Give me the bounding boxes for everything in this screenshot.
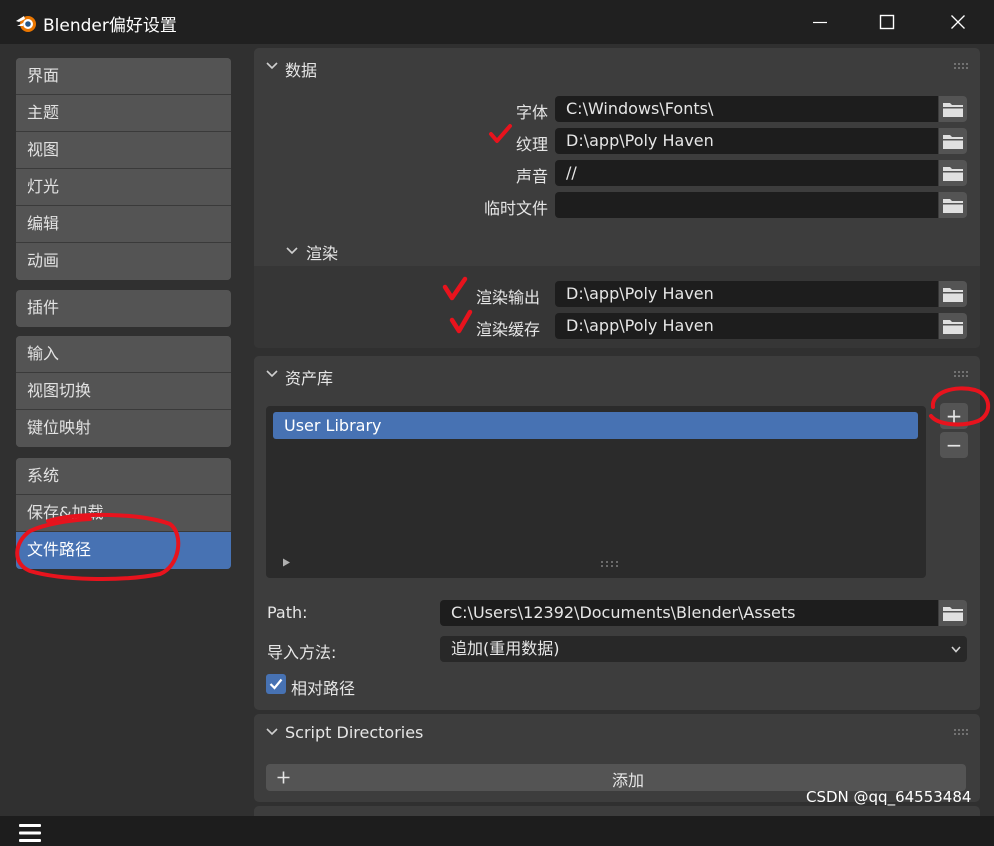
chevron-down-icon	[951, 646, 961, 653]
sidebar-item-lights[interactable]: 灯光	[16, 169, 231, 206]
remove-library-button[interactable]: −	[940, 432, 968, 458]
path-label: Path:	[267, 603, 308, 622]
drag-grip-icon[interactable]	[954, 63, 968, 69]
render-subsection-header[interactable]: 渲染	[254, 234, 980, 266]
render-cache-path-field[interactable]: D:\app\Poly Haven	[555, 313, 938, 339]
render-subsection-title: 渲染	[306, 244, 339, 263]
add-script-directory-button[interactable]: 添加	[266, 764, 966, 791]
folder-icon	[943, 199, 963, 213]
resize-grip-icon[interactable]	[601, 561, 619, 567]
title-bar: Blender偏好设置	[0, 0, 994, 44]
library-path-folder-button[interactable]	[939, 600, 967, 626]
sidebar-item-themes[interactable]: 主题	[16, 95, 231, 132]
sidebar-item-addons[interactable]: 插件	[16, 290, 231, 327]
temp-files-path-field[interactable]	[555, 192, 938, 218]
chevron-down-icon	[266, 62, 278, 70]
drag-grip-icon[interactable]	[954, 729, 968, 735]
textures-path-field[interactable]: D:\app\Poly Haven	[555, 128, 938, 154]
sidebar-item-keymap[interactable]: 键位映射	[16, 410, 231, 447]
import-method-label: 导入方法:	[267, 643, 337, 662]
expand-triangle-icon[interactable]	[282, 558, 291, 567]
main-content: 数据 字体 C:\Windows\Fonts\ 纹理 D:\app\Poly H…	[246, 44, 994, 816]
chevron-down-icon	[266, 728, 278, 736]
checkmark-icon	[269, 678, 283, 690]
render-output-label: 渲染输出	[475, 288, 540, 307]
plus-icon	[277, 771, 290, 784]
temp-files-folder-button[interactable]	[939, 192, 967, 218]
sidebar-item-save-load[interactable]: 保存&加载	[16, 495, 231, 532]
list-item[interactable]: User Library	[273, 412, 918, 439]
sidebar-item-interface[interactable]: 界面	[16, 58, 231, 95]
chevron-down-icon	[266, 370, 278, 378]
chevron-down-icon	[286, 247, 298, 255]
sounds-path-field[interactable]: //	[555, 160, 938, 186]
folder-icon	[943, 288, 963, 302]
panel-title: 数据	[285, 61, 318, 80]
close-icon	[951, 15, 965, 29]
script-directories-header[interactable]: Script Directories	[254, 714, 980, 752]
temp-files-label: 临时文件	[483, 199, 548, 218]
sidebar-item-input[interactable]: 输入	[16, 336, 231, 373]
minimize-button[interactable]	[788, 0, 852, 44]
asset-libraries-panel: 资产库 User Library + − Path: C:\Users\1239…	[254, 356, 980, 710]
sidebar-item-navigation[interactable]: 视图切换	[16, 373, 231, 410]
add-library-button[interactable]: +	[940, 403, 968, 429]
next-panel-edge	[254, 806, 980, 816]
textures-label: 纹理	[515, 135, 548, 154]
render-output-path-field[interactable]: D:\app\Poly Haven	[555, 281, 938, 307]
relative-path-checkbox[interactable]	[266, 674, 286, 694]
nav-group-addons: 插件	[16, 290, 231, 327]
plus-icon: +	[945, 404, 963, 428]
asset-library-list[interactable]: User Library	[266, 406, 926, 578]
render-cache-label: 渲染缓存	[475, 320, 540, 339]
sidebar-item-system[interactable]: 系统	[16, 458, 231, 495]
sidebar-item-viewport[interactable]: 视图	[16, 132, 231, 169]
asset-libraries-header[interactable]: 资产库	[254, 356, 980, 394]
maximize-icon	[879, 14, 895, 30]
render-cache-folder-button[interactable]	[939, 313, 967, 339]
sounds-label: 声音	[515, 167, 548, 186]
fonts-folder-button[interactable]	[939, 96, 967, 122]
import-method-select[interactable]: 追加(重用数据)	[440, 636, 967, 662]
render-subsection: 渲染输出 D:\app\Poly Haven 渲染缓存 D:\app\Poly …	[254, 266, 980, 348]
sidebar-item-editing[interactable]: 编辑	[16, 206, 231, 243]
data-panel-header[interactable]: 数据	[254, 48, 980, 86]
nav-group-input: 输入 视图切换 键位映射	[16, 336, 231, 447]
import-method-value: 追加(重用数据)	[451, 639, 560, 658]
hamburger-menu-icon[interactable]	[17, 820, 43, 846]
maximize-button[interactable]	[855, 0, 919, 44]
drag-grip-icon[interactable]	[954, 371, 968, 377]
add-script-directory-label: 添加	[612, 771, 645, 790]
panel-title: Script Directories	[285, 723, 424, 742]
close-button[interactable]	[926, 0, 990, 44]
folder-icon	[943, 320, 963, 334]
window-title: Blender偏好设置	[43, 16, 177, 36]
folder-icon	[943, 135, 963, 149]
sidebar-item-file-paths[interactable]: 文件路径	[16, 532, 231, 569]
folder-icon	[943, 103, 963, 117]
render-output-folder-button[interactable]	[939, 281, 967, 307]
library-path-field[interactable]: C:\Users\12392\Documents\Blender\Assets	[440, 600, 938, 626]
data-panel: 数据 字体 C:\Windows\Fonts\ 纹理 D:\app\Poly H…	[254, 48, 980, 348]
relative-path-label: 相对路径	[291, 679, 356, 698]
blender-logo-icon	[16, 16, 36, 32]
minimize-icon	[813, 21, 827, 24]
sidebar: 界面 主题 视图 灯光 编辑 动画 插件 输入 视图切换 键位映射 系统 保存&…	[0, 44, 246, 842]
nav-group-system: 系统 保存&加载 文件路径	[16, 458, 231, 569]
folder-icon	[943, 607, 963, 621]
sidebar-item-animation[interactable]: 动画	[16, 243, 231, 280]
nav-group-ui: 界面 主题 视图 灯光 编辑 动画	[16, 58, 231, 280]
minus-icon: −	[945, 433, 963, 457]
panel-title: 资产库	[285, 369, 334, 388]
textures-folder-button[interactable]	[939, 128, 967, 154]
folder-icon	[943, 167, 963, 181]
sounds-folder-button[interactable]	[939, 160, 967, 186]
fonts-label: 字体	[515, 103, 548, 122]
fonts-path-field[interactable]: C:\Windows\Fonts\	[555, 96, 938, 122]
watermark: CSDN @qq_64553484	[806, 788, 972, 806]
